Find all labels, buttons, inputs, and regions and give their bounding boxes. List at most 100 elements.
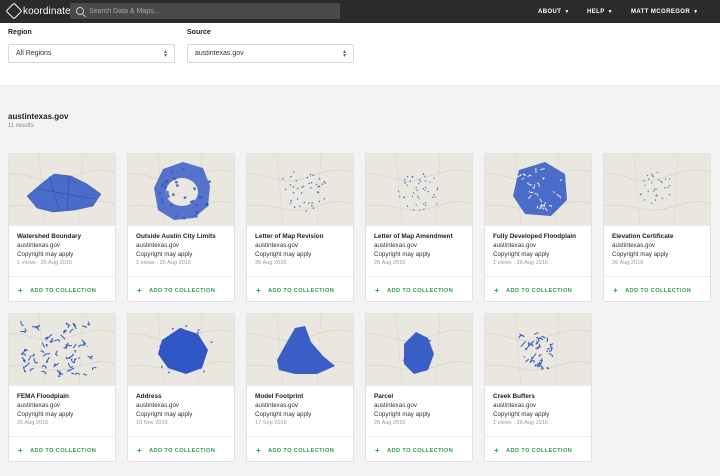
card-divider bbox=[604, 276, 710, 277]
add-to-collection-button[interactable]: + ADD TO COLLECTION bbox=[375, 286, 453, 295]
card-title[interactable]: Creek Buffers bbox=[493, 392, 583, 401]
map-thumbnail[interactable] bbox=[9, 154, 115, 226]
card-meta: 1 views · 26 Aug 2016 bbox=[493, 260, 549, 266]
dataset-card[interactable]: Outside Austin City Limits austintexas.go… bbox=[127, 153, 235, 302]
card-source[interactable]: austintexas.gov bbox=[17, 401, 107, 410]
card-divider bbox=[9, 436, 115, 437]
plus-icon: + bbox=[137, 446, 143, 455]
add-to-collection-label: ADD TO COLLECTION bbox=[268, 288, 335, 294]
nav-user-menu[interactable]: MATT MCGREGOR ▼ bbox=[631, 0, 698, 23]
map-thumbnail[interactable] bbox=[604, 154, 710, 226]
map-thumbnail[interactable] bbox=[366, 154, 472, 226]
filter-panel: Region All Regions ▴ ▾ Source austintexas… bbox=[0, 23, 720, 86]
plus-icon: + bbox=[137, 286, 143, 295]
card-source[interactable]: austintexas.gov bbox=[17, 241, 107, 250]
source-label: Source bbox=[187, 29, 211, 36]
card-meta: 26 Aug 2016 bbox=[374, 260, 406, 266]
card-title[interactable]: Model Footprint bbox=[255, 392, 345, 401]
chevron-down-icon: ▼ bbox=[564, 8, 570, 15]
map-thumbnail[interactable] bbox=[366, 314, 472, 386]
source-select[interactable]: austintexas.gov ▴ ▾ bbox=[187, 44, 354, 63]
card-source[interactable]: austintexas.gov bbox=[255, 401, 345, 410]
plus-icon: + bbox=[494, 446, 500, 455]
card-copyright: Copyright may apply bbox=[255, 251, 312, 258]
user-name: MATT MCGREGOR bbox=[631, 8, 691, 15]
card-source[interactable]: austintexas.gov bbox=[136, 241, 226, 250]
card-title[interactable]: FEMA Floodplain bbox=[17, 392, 107, 401]
card-title[interactable]: Parcel bbox=[374, 392, 464, 401]
card-copyright: Copyright may apply bbox=[374, 251, 431, 258]
add-to-collection-label: ADD TO COLLECTION bbox=[149, 448, 216, 454]
dataset-card[interactable]: FEMA Floodplain austintexas.gov Copyright … bbox=[8, 313, 116, 462]
add-to-collection-button[interactable]: + ADD TO COLLECTION bbox=[375, 447, 454, 455]
map-thumbnail[interactable] bbox=[128, 314, 234, 386]
card-title[interactable]: Address bbox=[136, 392, 226, 401]
add-to-collection-button[interactable]: + ADD TO COLLECTION bbox=[494, 446, 572, 455]
map-thumbnail[interactable] bbox=[128, 154, 234, 226]
card-copyright: Copyright may apply bbox=[17, 411, 74, 418]
card-copyright: Copyright may apply bbox=[374, 411, 431, 418]
card-title[interactable]: Fully Developed Floodplain bbox=[493, 232, 583, 241]
add-to-collection-button[interactable]: + ADD TO COLLECTION bbox=[18, 287, 96, 295]
card-source[interactable]: austintexas.gov bbox=[493, 401, 583, 410]
card-title[interactable]: Elevation Certificate bbox=[612, 232, 702, 241]
card-divider bbox=[9, 276, 115, 277]
card-source[interactable]: austintexas.gov bbox=[374, 401, 464, 410]
add-to-collection-button[interactable]: + ADD TO COLLECTION bbox=[256, 286, 335, 295]
dataset-card[interactable]: Letter of Map Amendment austintexas.gov Co… bbox=[365, 153, 473, 302]
nav-about[interactable]: ABOUT ▼ bbox=[538, 0, 570, 23]
card-source[interactable]: austintexas.gov bbox=[374, 241, 464, 250]
region-select[interactable]: All Regions ▴ ▾ bbox=[8, 44, 175, 63]
dataset-card[interactable]: Letter of Map Revision austintexas.gov Cop… bbox=[246, 153, 354, 302]
dataset-card[interactable]: Elevation Certificate austintexas.gov Copy… bbox=[603, 153, 711, 302]
card-title[interactable]: Letter of Map Revision bbox=[255, 232, 345, 241]
chevron-down-icon: ▼ bbox=[607, 8, 613, 15]
card-title[interactable]: Outside Austin City Limits bbox=[136, 232, 226, 241]
map-thumbnail[interactable] bbox=[9, 314, 115, 386]
map-thumbnail[interactable] bbox=[485, 154, 591, 226]
logo-icon bbox=[5, 2, 23, 20]
search-box[interactable] bbox=[70, 3, 340, 19]
map-thumbnail[interactable] bbox=[247, 154, 353, 226]
card-copyright: Copyright may apply bbox=[136, 251, 193, 258]
add-to-collection-button[interactable]: + ADD TO COLLECTION bbox=[494, 287, 573, 295]
card-copyright: Copyright may apply bbox=[136, 411, 193, 418]
add-to-collection-label: ADD TO COLLECTION bbox=[30, 448, 97, 454]
add-to-collection-button[interactable]: + ADD TO COLLECTION bbox=[256, 447, 334, 455]
nav-help[interactable]: HELP ▼ bbox=[587, 0, 613, 23]
dataset-card[interactable]: Model Footprint austintexas.gov Copyright … bbox=[246, 313, 354, 462]
dataset-card[interactable]: Address austintexas.gov Copyright may appl… bbox=[127, 313, 235, 462]
card-title[interactable]: Watershed Boundary bbox=[17, 232, 107, 241]
add-to-collection-button[interactable]: + ADD TO COLLECTION bbox=[613, 286, 691, 295]
add-to-collection-button[interactable]: + ADD TO COLLECTION bbox=[137, 286, 215, 295]
top-navigation-bar: koordinates ABOUT ▼ HELP ▼ MATT MCGREGOR… bbox=[0, 0, 720, 23]
map-thumbnail[interactable] bbox=[485, 314, 591, 386]
card-copyright: Copyright may apply bbox=[493, 251, 550, 258]
dataset-card[interactable]: Creek Buffers austintexas.gov Copyright ma… bbox=[484, 313, 592, 462]
add-to-collection-label: ADD TO COLLECTION bbox=[387, 448, 454, 454]
card-meta: 1 views · 26 Aug 2016 bbox=[17, 260, 73, 266]
add-to-collection-label: ADD TO COLLECTION bbox=[506, 288, 573, 294]
source-select-value: austintexas.gov bbox=[195, 50, 244, 57]
plus-icon: + bbox=[256, 286, 262, 295]
card-divider bbox=[247, 276, 353, 277]
search-input[interactable] bbox=[89, 7, 329, 15]
dataset-card[interactable]: Parcel austintexas.gov Copyright may apply… bbox=[365, 313, 473, 462]
koordinates-logo[interactable]: koordinates bbox=[5, 2, 76, 20]
dataset-card[interactable]: Fully Developed Floodplain austintexas.go… bbox=[484, 153, 592, 302]
plus-icon: + bbox=[613, 286, 619, 295]
card-divider bbox=[366, 436, 472, 437]
card-source[interactable]: austintexas.gov bbox=[493, 241, 583, 250]
nav-help-label: HELP bbox=[587, 8, 605, 15]
plus-icon: + bbox=[375, 286, 381, 295]
card-source[interactable]: austintexas.gov bbox=[255, 241, 345, 250]
card-copyright: Copyright may apply bbox=[493, 411, 550, 418]
card-source[interactable]: austintexas.gov bbox=[612, 241, 702, 250]
dataset-card[interactable]: Watershed Boundary austintexas.gov Copyrig… bbox=[8, 153, 116, 302]
card-meta: 26 Aug 2016 bbox=[612, 260, 644, 266]
card-source[interactable]: austintexas.gov bbox=[136, 401, 226, 410]
card-title[interactable]: Letter of Map Amendment bbox=[374, 232, 464, 241]
map-thumbnail[interactable] bbox=[247, 314, 353, 386]
add-to-collection-button[interactable]: + ADD TO COLLECTION bbox=[18, 447, 97, 455]
add-to-collection-button[interactable]: + ADD TO COLLECTION bbox=[137, 446, 216, 455]
